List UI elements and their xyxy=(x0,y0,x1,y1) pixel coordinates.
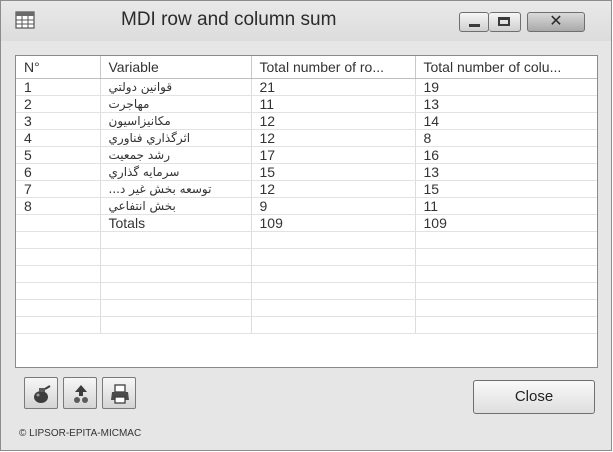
table-row[interactable]: 3 مكانيزاسيون 12 14 xyxy=(16,112,597,130)
cell-column-total: 13 xyxy=(415,163,597,181)
window-title: MDI row and column sum xyxy=(121,9,337,30)
table-row[interactable]: 2 مهاجرت 11 13 xyxy=(16,95,597,113)
column-header-variable[interactable]: Variable xyxy=(100,56,252,79)
empty-table-row xyxy=(16,231,597,249)
cell-column-total: 13 xyxy=(415,95,597,113)
empty-cell xyxy=(100,299,252,317)
cell-number: 1 xyxy=(16,78,101,96)
empty-cell xyxy=(16,282,101,300)
empty-cell xyxy=(16,316,101,334)
table-row[interactable]: 6 سرمايه گذاري 15 13 xyxy=(16,163,597,181)
cell-row-total: 12 xyxy=(251,129,416,147)
sum-table-grid[interactable]: N° Variable Total number of ro... Total … xyxy=(15,55,598,368)
cell-row-total: 15 xyxy=(251,163,416,181)
table-body: 1 قوانين دولتي 21 19 2 مهاجرت 11 13 3 مكانيزاسيون… xyxy=(16,78,597,334)
toolbar-button-print[interactable] xyxy=(102,377,136,409)
toolbar-button-clear[interactable] xyxy=(24,377,58,409)
empty-cell xyxy=(100,231,252,249)
empty-cell xyxy=(100,248,252,266)
table-row[interactable]: 1 قوانين دولتي 21 19 xyxy=(16,78,597,96)
empty-cell xyxy=(251,316,416,334)
table-row[interactable]: 4 اثرگذاري فناوري 12 8 xyxy=(16,129,597,147)
empty-cell xyxy=(415,248,597,266)
empty-cell xyxy=(16,299,101,317)
cell-number: 8 xyxy=(16,197,101,215)
cell-variable: رشد جمعيت xyxy=(100,146,252,164)
cell-number: 7 xyxy=(16,180,101,198)
empty-table-row xyxy=(16,316,597,334)
empty-cell xyxy=(100,265,252,283)
empty-table-row xyxy=(16,282,597,300)
empty-table-row xyxy=(16,248,597,266)
cell-variable: مهاجرت xyxy=(100,95,252,113)
empty-cell xyxy=(251,231,416,249)
empty-cell xyxy=(415,265,597,283)
sum-table: N° Variable Total number of ro... Total … xyxy=(16,56,597,334)
dialog-window: MDI row and column sum ✕ N° Variable Tot… xyxy=(0,0,612,451)
cell-variable: توسعه بخش غير د... xyxy=(100,180,252,198)
cell-row-total: 21 xyxy=(251,78,416,96)
cell-column-total: 109 xyxy=(415,214,597,232)
copyright-text: © LIPSOR-EPITA-MICMAC xyxy=(19,428,142,439)
cell-column-total: 8 xyxy=(415,129,597,147)
cell-number xyxy=(16,214,101,232)
table-row[interactable]: Totals 109 109 xyxy=(16,214,597,232)
column-header-number[interactable]: N° xyxy=(16,56,101,79)
column-header-column-total[interactable]: Total number of colu... xyxy=(415,56,597,79)
table-header-row: N° Variable Total number of ro... Total … xyxy=(16,56,597,79)
empty-cell xyxy=(100,316,252,334)
cell-variable: مكانيزاسيون xyxy=(100,112,252,130)
cell-number: 2 xyxy=(16,95,101,113)
empty-cell xyxy=(100,282,252,300)
cell-number: 5 xyxy=(16,146,101,164)
empty-cell xyxy=(415,299,597,317)
empty-table-row xyxy=(16,265,597,283)
empty-cell xyxy=(415,231,597,249)
grid-app-icon xyxy=(15,11,35,29)
cell-variable: اثرگذاري فناوري xyxy=(100,129,252,147)
empty-cell xyxy=(251,248,416,266)
minimize-icon xyxy=(469,24,480,27)
cell-number: 6 xyxy=(16,163,101,181)
title-bar[interactable]: MDI row and column sum ✕ xyxy=(1,1,611,41)
cell-row-total: 12 xyxy=(251,112,416,130)
cell-column-total: 11 xyxy=(415,197,597,215)
close-icon: ✕ xyxy=(549,11,563,30)
empty-cell xyxy=(16,265,101,283)
cell-number: 4 xyxy=(16,129,101,147)
cell-row-total: 17 xyxy=(251,146,416,164)
cell-row-total: 9 xyxy=(251,197,416,215)
cell-column-total: 15 xyxy=(415,180,597,198)
minimize-button[interactable] xyxy=(459,12,489,32)
window-close-button[interactable]: ✕ xyxy=(527,11,585,32)
cell-row-total: 11 xyxy=(251,95,416,113)
empty-cell xyxy=(16,231,101,249)
empty-cell xyxy=(415,316,597,334)
cell-column-total: 16 xyxy=(415,146,597,164)
toolbar-button-export[interactable] xyxy=(63,377,97,409)
cell-variable: سرمايه گذاري xyxy=(100,163,252,181)
empty-cell xyxy=(251,265,416,283)
maximize-icon xyxy=(498,17,510,26)
cell-row-total: 109 xyxy=(251,214,416,232)
cell-column-total: 19 xyxy=(415,78,597,96)
empty-cell xyxy=(16,248,101,266)
empty-cell xyxy=(251,282,416,300)
empty-cell xyxy=(251,299,416,317)
bottom-toolbar: Close xyxy=(15,369,598,429)
cell-row-total: 12 xyxy=(251,180,416,198)
cell-variable: بخش انتفاعي xyxy=(100,197,252,215)
table-row[interactable]: 8 بخش انتفاعي 9 11 xyxy=(16,197,597,215)
empty-cell xyxy=(415,282,597,300)
table-row[interactable]: 5 رشد جمعيت 17 16 xyxy=(16,146,597,164)
column-header-row-total[interactable]: Total number of ro... xyxy=(251,56,416,79)
cell-number: 3 xyxy=(16,112,101,130)
table-row[interactable]: 7 توسعه بخش غير د... 12 15 xyxy=(16,180,597,198)
cell-column-total: 14 xyxy=(415,112,597,130)
cell-variable: Totals xyxy=(100,214,252,232)
close-button[interactable]: Close xyxy=(473,380,595,414)
empty-table-row xyxy=(16,299,597,317)
cell-variable: قوانين دولتي xyxy=(100,78,252,96)
maximize-button[interactable] xyxy=(489,12,521,32)
